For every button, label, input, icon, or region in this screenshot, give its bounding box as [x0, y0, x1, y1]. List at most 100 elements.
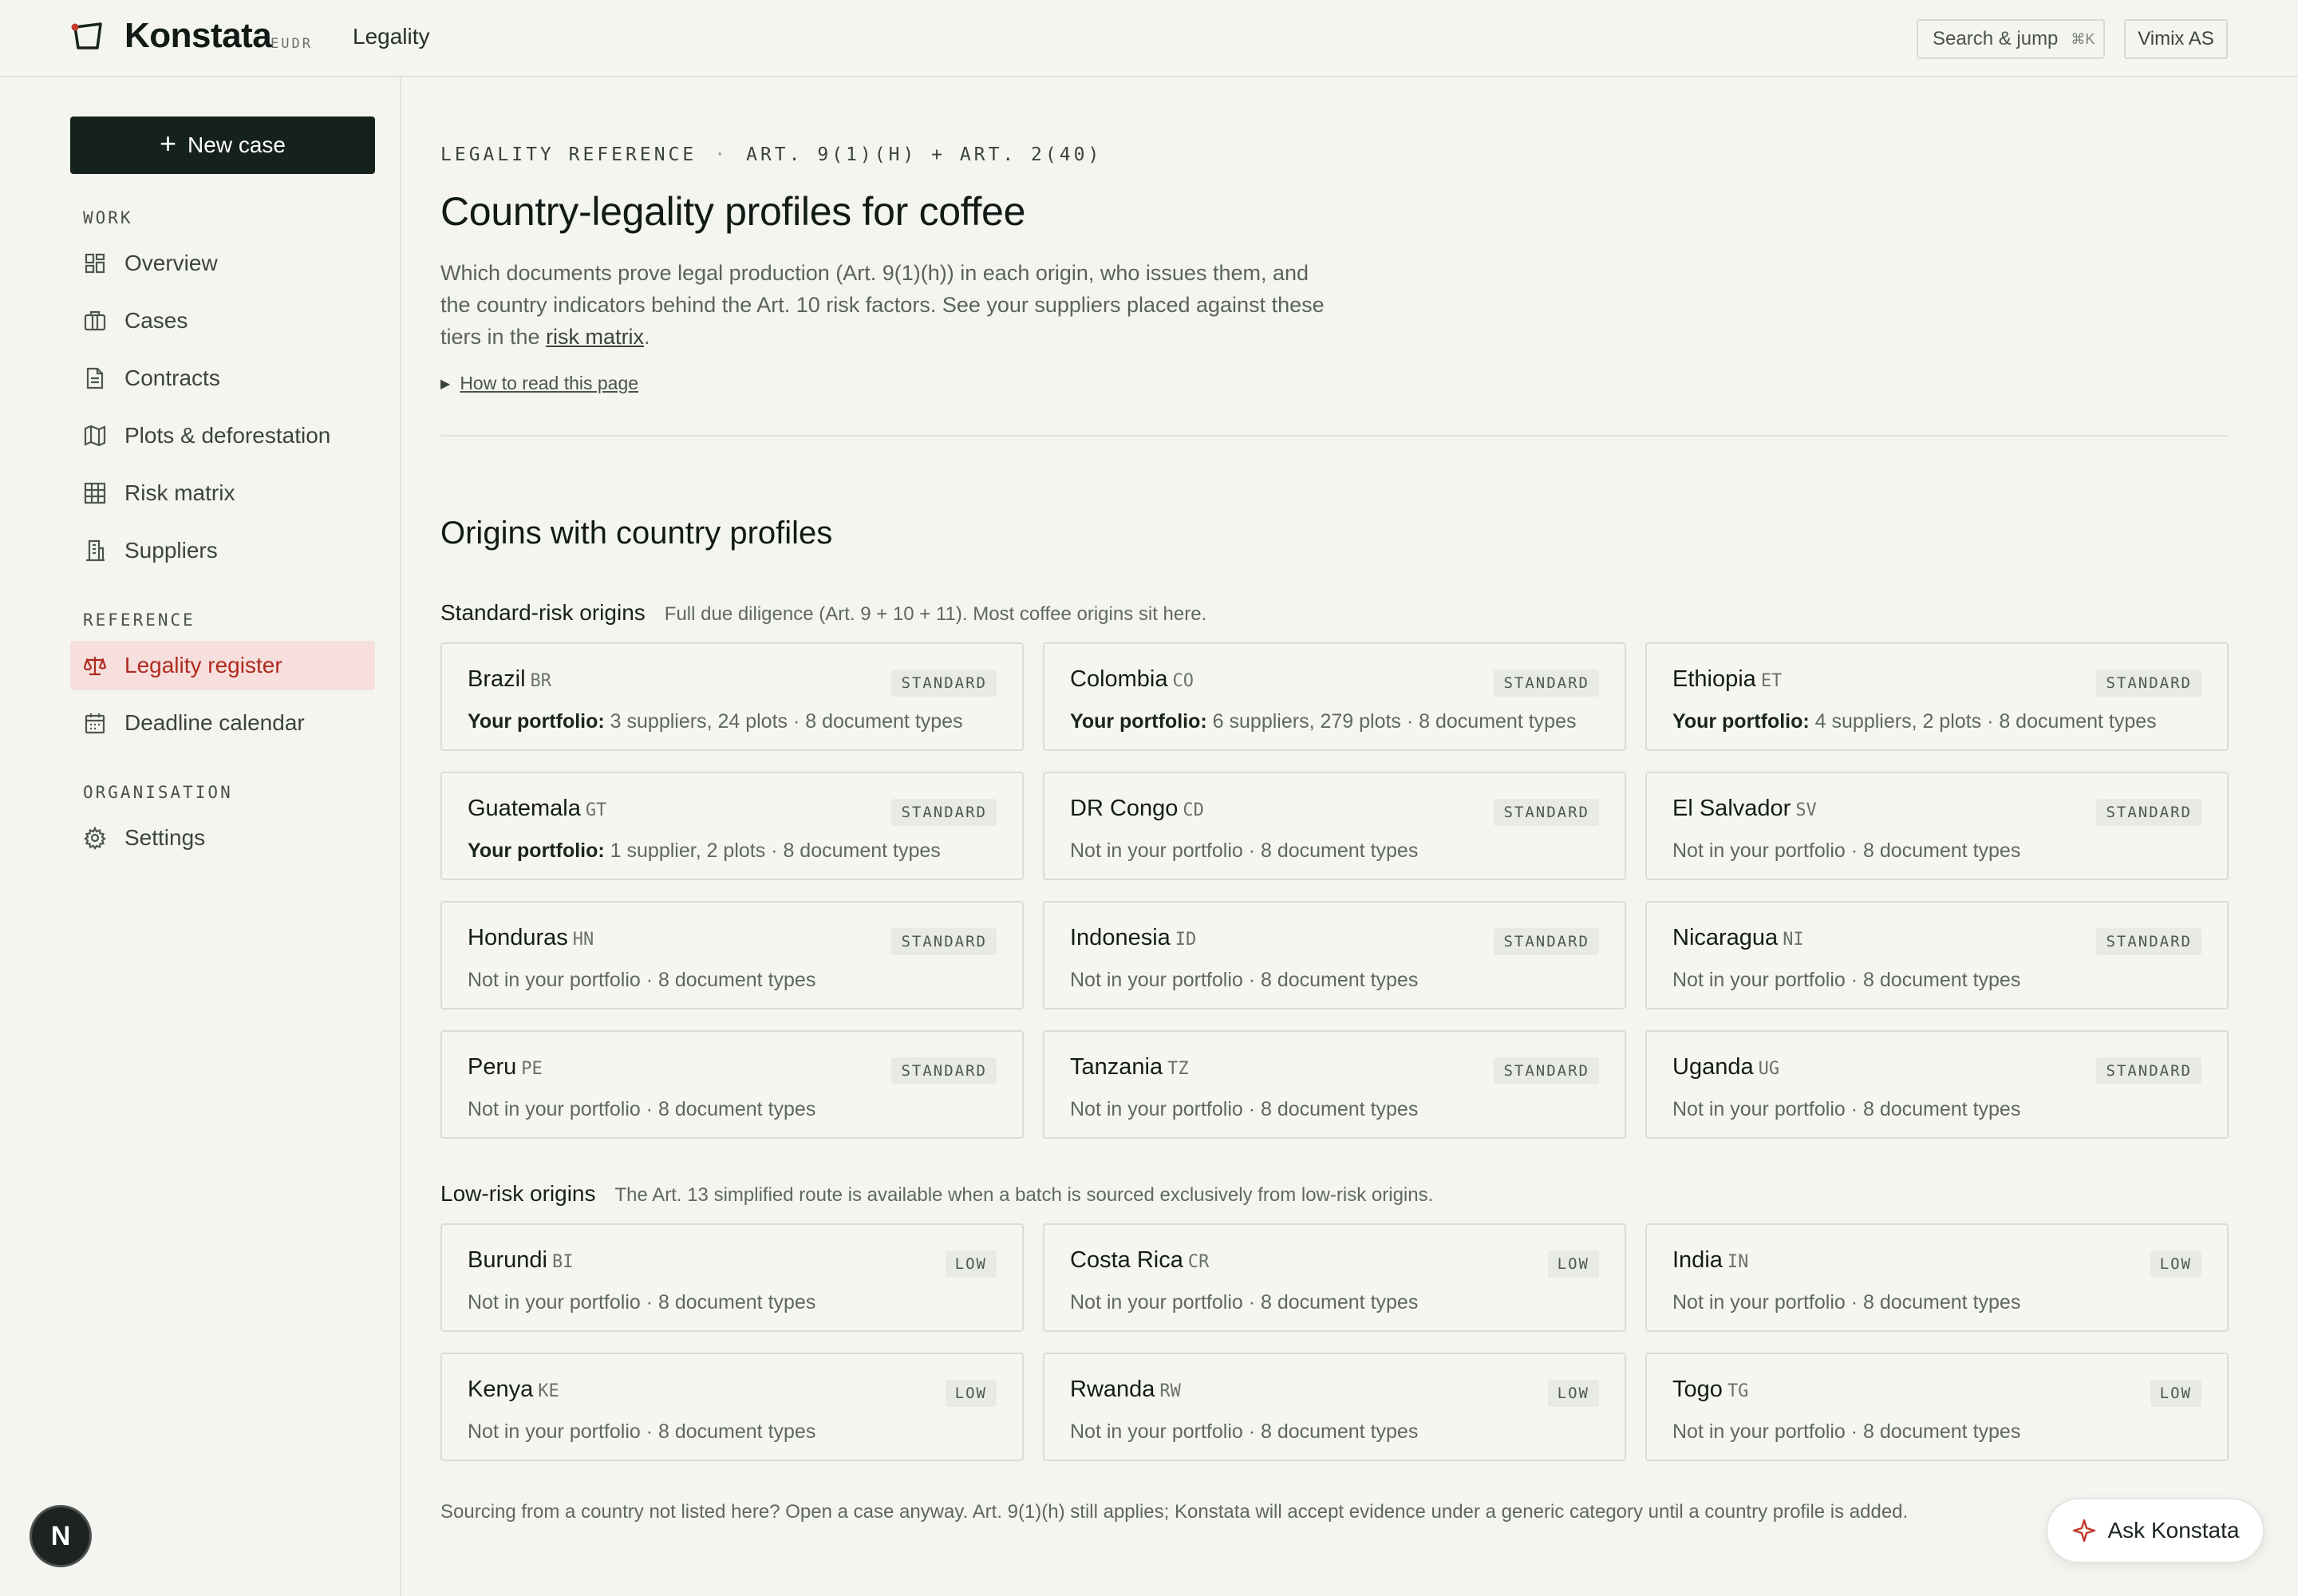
portfolio-text: Not in your portfolio · 8 document types [1070, 1098, 1419, 1120]
country-name: Colombia CO [1070, 666, 1194, 693]
risk-tier-badge: STANDARD [2096, 670, 2201, 697]
sidebar-item-plots[interactable]: Plots & deforestation [70, 411, 375, 460]
portfolio-summary: Not in your portfolio · 8 document types [1672, 1098, 2020, 1121]
risk-tier-badge: LOW [1547, 1380, 1599, 1407]
country-card-ni[interactable]: Nicaragua NI STANDARD Not in your portfolio… [1645, 901, 2229, 1009]
country-name: Burundi BI [468, 1247, 573, 1274]
search-button[interactable]: Search & jump ⌘K [1917, 19, 2105, 59]
portfolio-summary: Not in your portfolio · 8 document types [468, 1098, 815, 1121]
country-name: Ethiopia ET [1672, 666, 1782, 693]
portfolio-summary: Not in your portfolio · 8 document types [1070, 1098, 1418, 1121]
country-card-bi[interactable]: Burundi BI LOW Not in your portfolio · 8 do… [440, 1223, 1024, 1332]
top-bar: Konstata EUDR Legality Search & jump ⌘K … [0, 0, 2298, 77]
country-name-text: Peru [468, 1054, 517, 1080]
risk-tier-badge: STANDARD [2096, 928, 2201, 955]
country-card-pe[interactable]: Peru PE STANDARD Not in your portfolio · 8 … [440, 1030, 1024, 1139]
sidebar-item-label: Contracts [124, 365, 220, 390]
page-kicker: LEGALITY REFERENCE · ART. 9(1)(H) + ART. 2… [440, 144, 1102, 165]
group-description: The Art. 13 simplified route is availabl… [614, 1184, 1434, 1206]
country-card-br[interactable]: Brazil BR STANDARD Your portfolio: 3 suppli… [440, 642, 1024, 751]
how-to-read-toggle[interactable]: ▶ How to read this page [440, 373, 638, 394]
country-name: India IN [1672, 1247, 1748, 1274]
calendar-icon [85, 713, 105, 734]
search-shortcut: ⌘K [2071, 30, 2095, 47]
new-case-label: New case [188, 132, 286, 157]
country-card-hn[interactable]: Honduras HN STANDARD Not in your portfolio … [440, 901, 1024, 1009]
country-card-et[interactable]: Ethiopia ET STANDARD Your portfolio: 4 supp… [1645, 642, 2229, 751]
low-risk-header: Low-risk origins The Art. 13 simplified … [440, 1181, 1433, 1207]
country-name-text: Costa Rica [1070, 1247, 1183, 1273]
org-switcher[interactable]: Vimix AS [2124, 19, 2228, 59]
country-card-id[interactable]: Indonesia ID STANDARD Not in your portfolio… [1043, 901, 1626, 1009]
sidebar-item-suppliers[interactable]: Suppliers [70, 526, 375, 575]
kicker-separator: · [714, 144, 729, 165]
country-code: IN [1727, 1252, 1749, 1272]
country-card-cd[interactable]: DR Congo CD STANDARD Not in your portfolio … [1043, 772, 1626, 880]
country-card-cr[interactable]: Costa Rica CR LOW Not in your portfolio · 8… [1043, 1223, 1626, 1332]
sidebar-group-work: WORK [83, 208, 133, 227]
country-name-text: Colombia [1070, 666, 1168, 692]
portfolio-summary: Not in your portfolio · 8 document types [1070, 969, 1418, 992]
sidebar-item-label: Cases [124, 308, 188, 333]
portfolio-summary: Not in your portfolio · 8 document types [468, 969, 815, 992]
portfolio-summary: Not in your portfolio · 8 document types [1070, 1291, 1418, 1314]
sidebar-item-overview[interactable]: Overview [70, 239, 375, 288]
country-code: CO [1172, 671, 1194, 691]
country-card-tz[interactable]: Tanzania TZ STANDARD Not in your portfolio … [1043, 1030, 1626, 1139]
risk-tier-badge: STANDARD [1494, 670, 1599, 697]
sidebar-item-settings[interactable]: Settings [70, 813, 375, 863]
footnote: Sourcing from a country not listed here?… [440, 1501, 1909, 1523]
country-code: NI [1783, 930, 1804, 950]
document-icon [86, 367, 104, 389]
portfolio-text: Not in your portfolio · 8 document types [1672, 969, 2021, 991]
portfolio-text: Not in your portfolio · 8 document types [1070, 839, 1419, 862]
sidebar-item-label: Overview [124, 251, 218, 275]
country-card-ug[interactable]: Uganda UG STANDARD Not in your portfolio · … [1645, 1030, 2229, 1139]
country-card-gt[interactable]: Guatemala GT STANDARD Your portfolio: 1 sup… [440, 772, 1024, 880]
sidebar-item-legality-register[interactable]: Legality register [70, 641, 375, 690]
portfolio-summary: Your portfolio: 1 supplier, 2 plots · 8 … [468, 839, 941, 863]
search-label: Search & jump [1933, 28, 2059, 49]
scale-icon [83, 657, 107, 676]
risk-tier-badge: LOW [2150, 1380, 2201, 1407]
country-card-co[interactable]: Colombia CO STANDARD Your portfolio: 6 supp… [1043, 642, 1626, 751]
gear-icon [84, 826, 106, 850]
country-card-sv[interactable]: El Salvador SV STANDARD Not in your portfol… [1645, 772, 2229, 880]
risk-tier-badge: STANDARD [891, 670, 997, 697]
kicker-article: ART. 9(1)(H) + ART. 2(40) [746, 144, 1103, 165]
country-card-ke[interactable]: Kenya KE LOW Not in your portfolio · 8 docu… [440, 1353, 1024, 1461]
briefcase-icon [84, 310, 106, 331]
portfolio-summary: Not in your portfolio · 8 document types [1672, 839, 2020, 863]
ask-konstata-button[interactable]: Ask Konstata [2046, 1498, 2264, 1563]
sidebar-item-risk-matrix[interactable]: Risk matrix [70, 468, 375, 518]
country-card-in[interactable]: India IN LOW Not in your portfolio · 8 docu… [1645, 1223, 2229, 1332]
portfolio-text: Not in your portfolio · 8 document types [1672, 1291, 2021, 1314]
risk-matrix-link[interactable]: risk matrix [546, 325, 644, 349]
country-code: ET [1760, 671, 1783, 691]
country-name: Indonesia ID [1070, 925, 1196, 951]
country-card-tg[interactable]: Togo TG LOW Not in your portfolio · 8 docum… [1645, 1353, 2229, 1461]
country-name: Brazil BR [468, 666, 551, 693]
map-icon [84, 425, 106, 447]
country-name: Uganda UG [1672, 1054, 1779, 1080]
risk-tier-badge: STANDARD [2096, 1057, 2201, 1084]
country-code: RW [1159, 1381, 1181, 1401]
plus-icon: + [160, 127, 177, 160]
sidebar-item-deadline-calendar[interactable]: Deadline calendar [70, 698, 375, 748]
risk-tier-badge: LOW [2150, 1250, 2201, 1278]
country-card-rw[interactable]: Rwanda RW LOW Not in your portfolio · 8 doc… [1043, 1353, 1626, 1461]
sidebar-item-label: Settings [124, 825, 206, 850]
country-name-text: Brazil [468, 666, 526, 692]
country-name-text: Rwanda [1070, 1377, 1155, 1402]
country-name-text: Togo [1672, 1377, 1723, 1402]
avatar[interactable]: N [30, 1505, 92, 1567]
risk-tier-badge: STANDARD [891, 928, 997, 955]
sidebar-item-contracts[interactable]: Contracts [70, 354, 375, 403]
sidebar-item-cases[interactable]: Cases [70, 296, 375, 346]
brand-name[interactable]: Konstata [124, 16, 272, 56]
risk-tier-badge: STANDARD [891, 799, 997, 826]
country-name-text: Honduras [468, 925, 568, 950]
ask-label: Ask Konstata [2107, 1518, 2240, 1543]
new-case-button[interactable]: + New case [70, 117, 375, 174]
country-name-text: El Salvador [1672, 796, 1791, 821]
